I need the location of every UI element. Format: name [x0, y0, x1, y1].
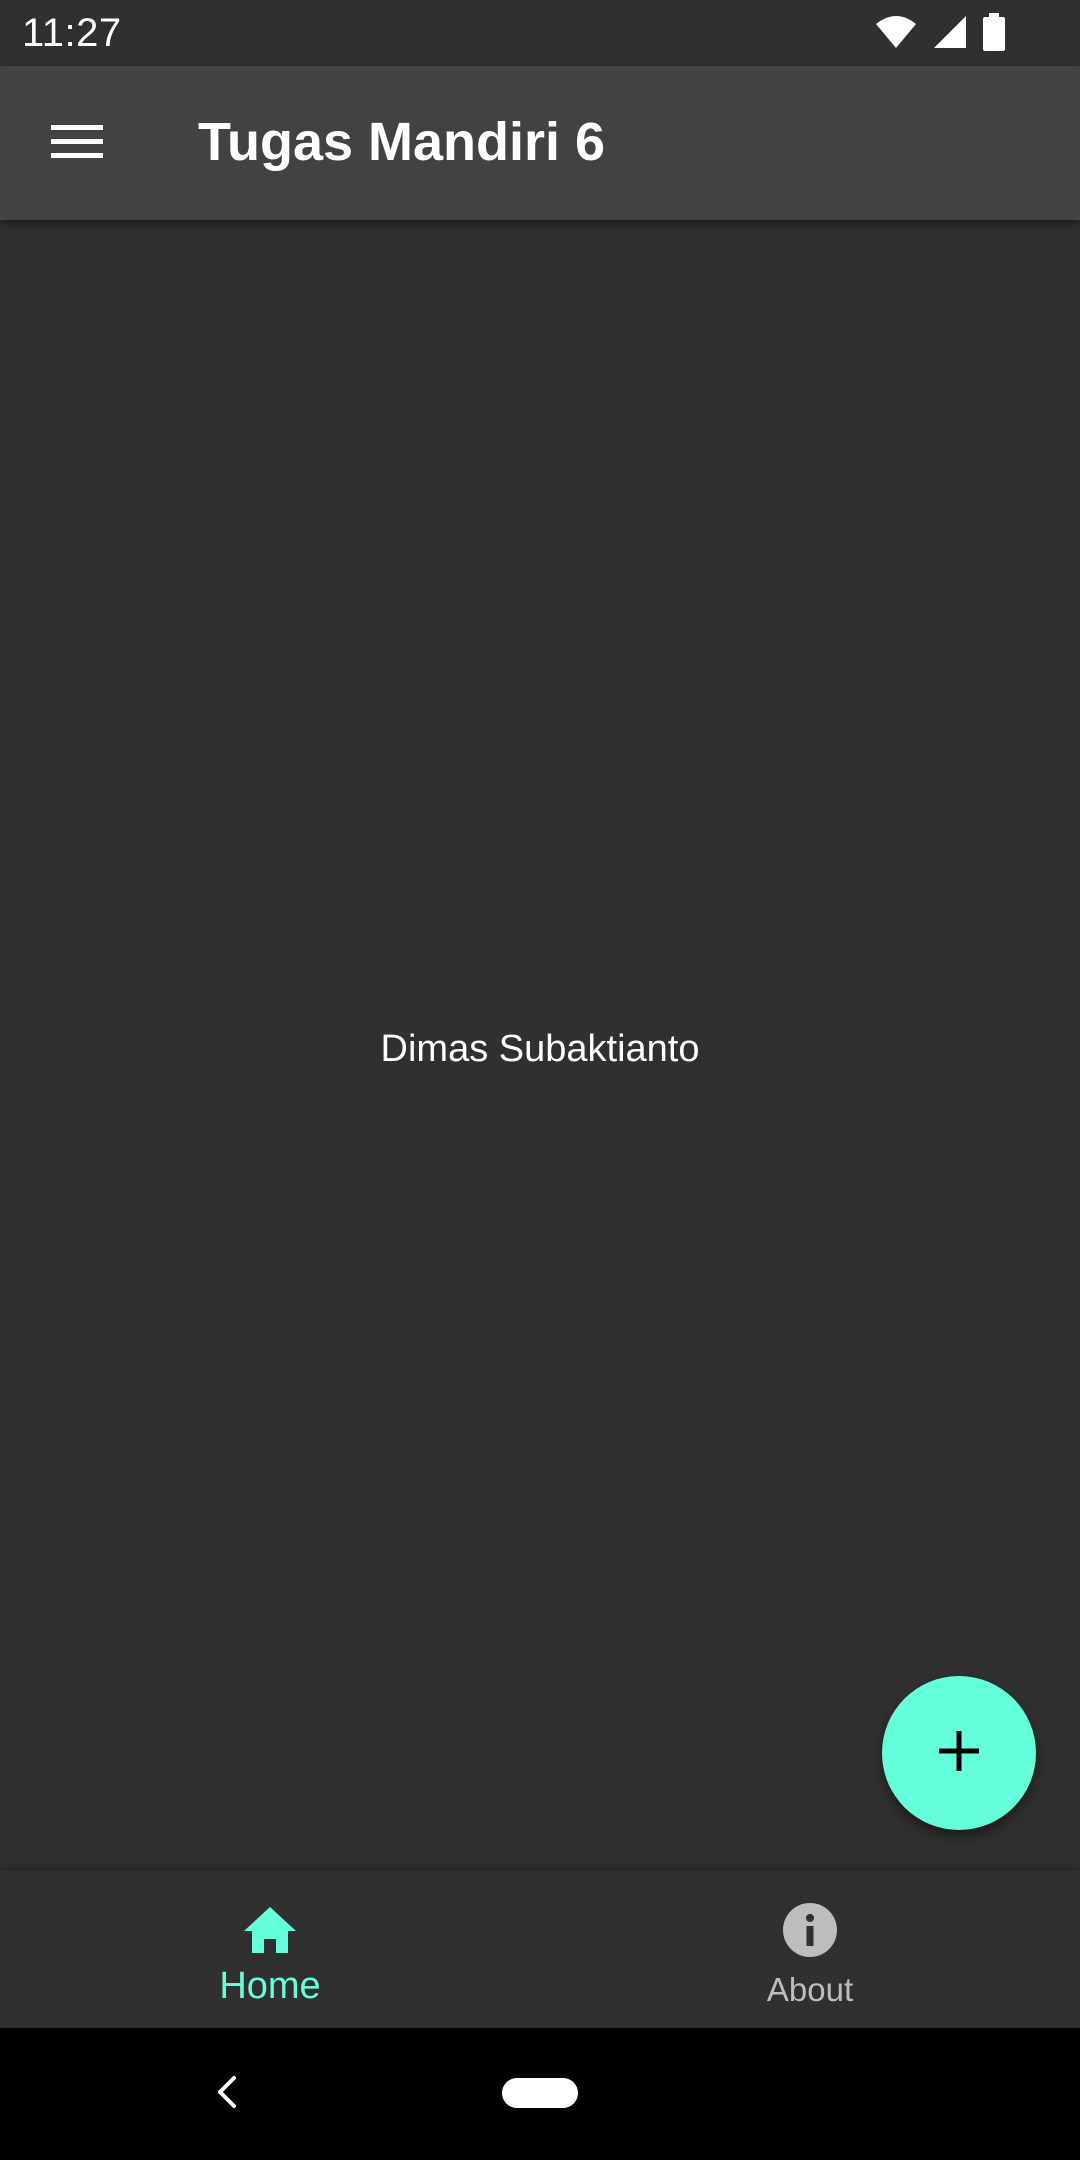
bottom-nav-home[interactable]: Home [0, 1870, 540, 2028]
main-content: Dimas Subaktianto [0, 220, 1080, 1870]
status-bar: 11:27 [0, 0, 1080, 66]
wifi-icon [874, 14, 918, 55]
plus-icon [937, 1729, 981, 1778]
home-icon [240, 1900, 300, 1960]
info-icon [780, 1900, 840, 1960]
bottom-navigation: Home About [0, 1870, 1080, 2028]
status-time: 11:27 [22, 11, 122, 55]
hamburger-menu-icon [51, 123, 103, 164]
app-bar: Tugas Mandiri 6 [0, 66, 1080, 220]
bottom-nav-home-label: Home [219, 1965, 321, 2007]
back-icon [214, 2074, 238, 2115]
status-icons [874, 12, 1006, 56]
home-pill-button[interactable] [502, 2078, 578, 2108]
battery-icon [982, 12, 1006, 56]
add-fab-button[interactable] [882, 1676, 1036, 1830]
screen: 11:27 Tugas Mandiri 6 Dimas Subaktianto … [0, 0, 1080, 2160]
bottom-nav-about-label: About [766, 1971, 854, 2008]
signal-icon [932, 14, 968, 55]
system-navigation-bar [0, 2028, 1080, 2160]
bottom-nav-about[interactable]: About [540, 1870, 1080, 2028]
back-button[interactable] [196, 2064, 256, 2124]
menu-button[interactable] [28, 99, 126, 187]
center-text: Dimas Subaktianto [380, 1028, 700, 1070]
page-title: Tugas Mandiri 6 [198, 112, 606, 172]
